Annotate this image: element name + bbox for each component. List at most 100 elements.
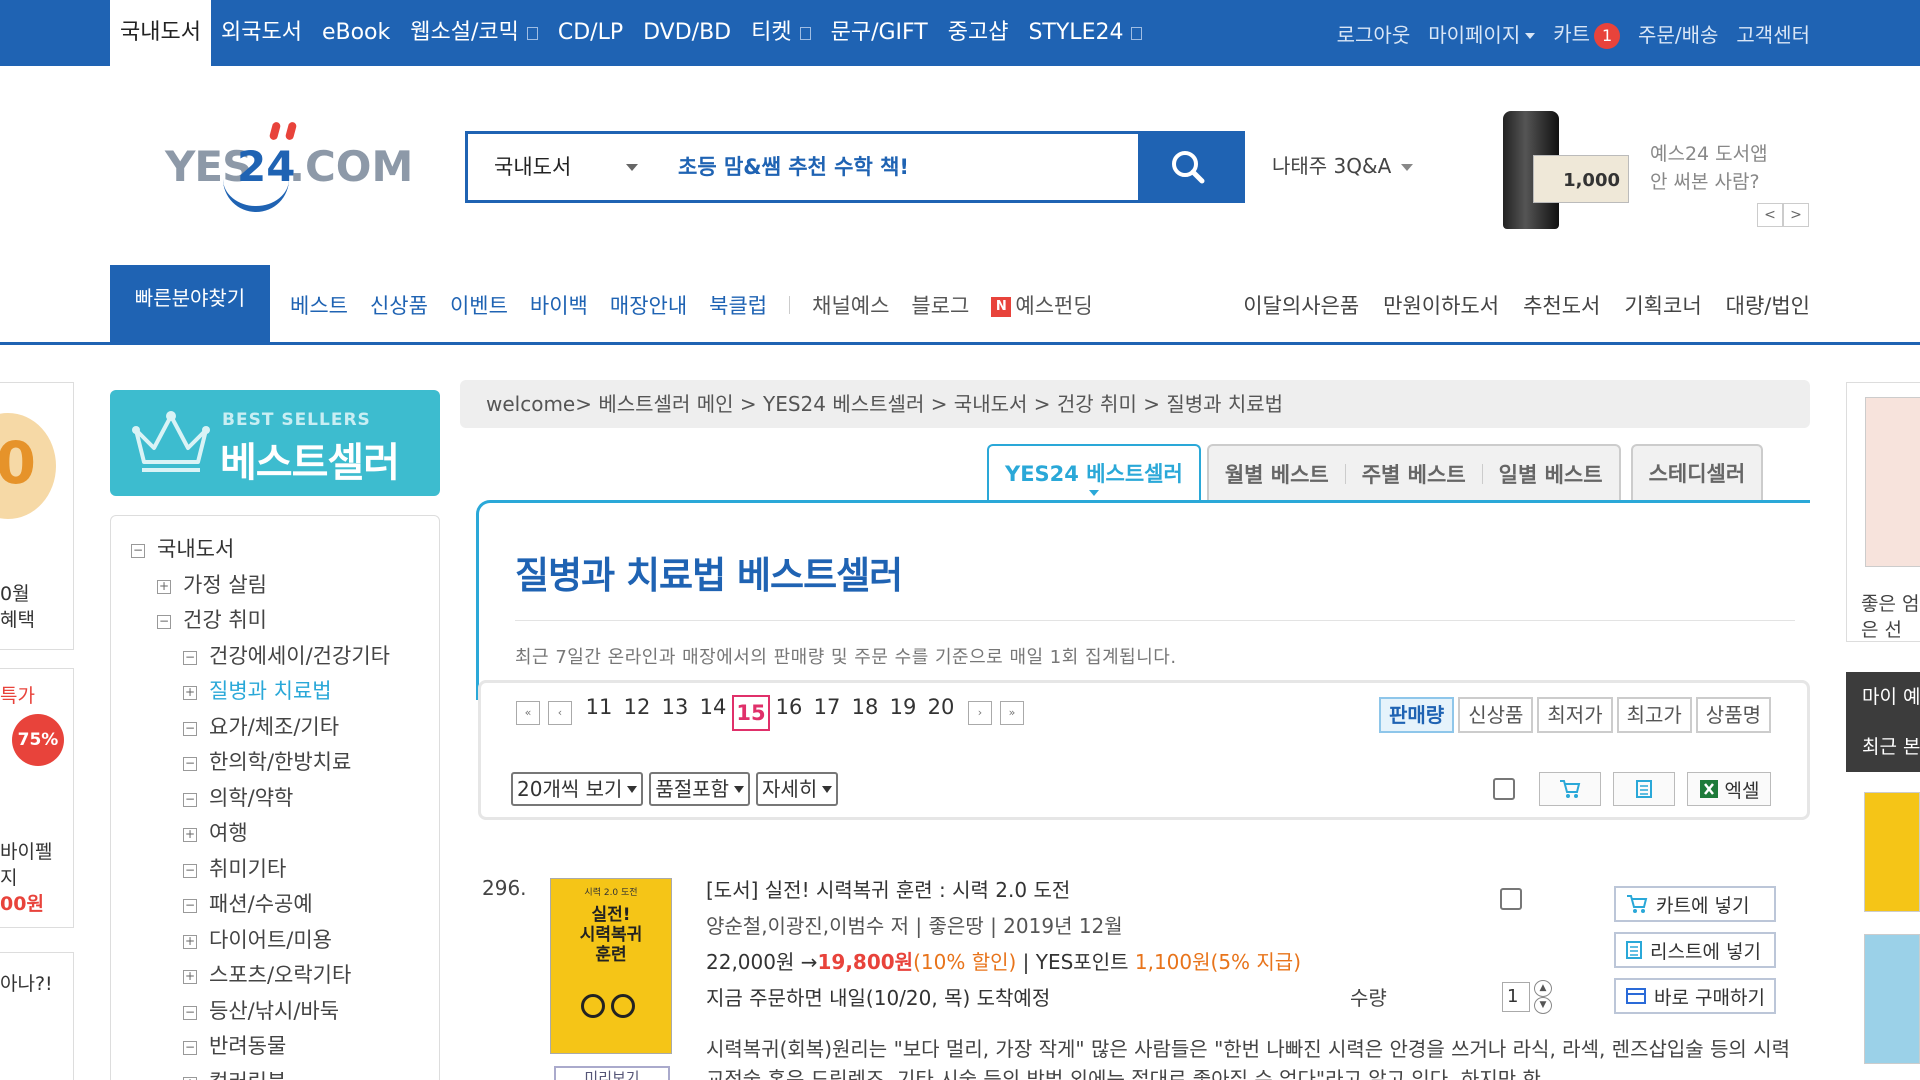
- buy-now-button[interactable]: 바로 구매하기: [1614, 978, 1776, 1014]
- nav-recommend[interactable]: 추천도서: [1523, 290, 1600, 320]
- expand-icon[interactable]: +: [183, 970, 197, 984]
- sort-new[interactable]: 신상품: [1458, 697, 1534, 733]
- nav-buyback[interactable]: 바이백: [530, 290, 588, 320]
- product-checkbox[interactable]: [1500, 888, 1522, 910]
- left-banner-3[interactable]: 아나?!: [0, 952, 74, 1080]
- sort-highest[interactable]: 최고가: [1616, 697, 1692, 733]
- recent-item-thumbnail[interactable]: [1864, 934, 1920, 1064]
- page-link[interactable]: 19: [884, 695, 922, 731]
- page-link[interactable]: 17: [808, 695, 846, 731]
- view-mode-select[interactable]: 자세히: [756, 772, 839, 806]
- next-page-icon[interactable]: ›: [968, 701, 992, 725]
- recent-item-thumbnail[interactable]: [1864, 792, 1920, 912]
- recent-viewed-link[interactable]: 최근 본: [1846, 722, 1920, 772]
- nav-gift[interactable]: 이달의사은품: [1243, 290, 1359, 320]
- stock-select[interactable]: 품절포함: [649, 772, 751, 806]
- bulk-list-button[interactable]: [1613, 772, 1675, 806]
- tab-yes24-best[interactable]: YES24 베스트셀러: [987, 444, 1201, 502]
- category-tree-item[interactable]: − 건강 취미: [131, 603, 439, 639]
- category-tree-item[interactable]: − 등산/낚시/바둑: [131, 994, 439, 1030]
- nav-store[interactable]: 매장안내: [610, 290, 687, 320]
- category-tree-item[interactable]: − 한의학/한방치료: [131, 745, 439, 781]
- collapse-icon[interactable]: −: [183, 863, 197, 878]
- per-page-select[interactable]: 20개씩 보기: [511, 772, 644, 806]
- category-tree-item[interactable]: + 스포츠/오락기타: [131, 958, 439, 994]
- product-title-link[interactable]: [도서] 실전! 시력복귀 훈련 : 시력 2.0 도전: [706, 874, 1070, 903]
- page-link[interactable]: 13: [656, 695, 694, 731]
- expand-icon[interactable]: +: [183, 686, 197, 700]
- chevron-right-icon[interactable]: >: [1783, 203, 1809, 227]
- top-category-9[interactable]: STYLE24: [1018, 0, 1152, 66]
- orders-link[interactable]: 주문/배송: [1638, 19, 1718, 48]
- nav-funding[interactable]: N 예스펀딩: [991, 290, 1093, 320]
- collapse-icon[interactable]: −: [183, 757, 197, 771]
- category-tree-item[interactable]: − 요가/체조/기타: [131, 710, 439, 746]
- add-to-cart-button[interactable]: 카트에 넣기: [1614, 886, 1776, 922]
- top-category-1[interactable]: 외국도서: [211, 0, 312, 66]
- tab-daily-best[interactable]: 일별 베스트: [1483, 446, 1619, 504]
- yes24-logo[interactable]: YES 24 .COM: [165, 118, 415, 218]
- category-tree-item[interactable]: + 다이어트/미용: [131, 923, 439, 959]
- search-input[interactable]: 초등 맘&쌤 추천 수학 책!: [678, 134, 1098, 200]
- add-to-list-button[interactable]: 리스트에 넣기: [1614, 932, 1776, 968]
- last-page-icon[interactable]: »: [1000, 701, 1024, 725]
- search-button[interactable]: [1138, 134, 1242, 200]
- collapse-icon[interactable]: −: [183, 792, 197, 807]
- page-link[interactable]: 20: [922, 695, 960, 731]
- nav-special[interactable]: 기획코너: [1624, 290, 1701, 320]
- mypage-link[interactable]: 마이페이지: [1428, 19, 1536, 48]
- category-tree-item[interactable]: − 취미기타: [131, 852, 439, 888]
- cart-link[interactable]: 카트 1: [1553, 18, 1621, 49]
- right-banner[interactable]: 좋은 엄 은 선: [1846, 382, 1920, 642]
- category-tree-item[interactable]: + 가정 살림: [131, 568, 439, 604]
- search-category-select[interactable]: 국내도서: [468, 134, 658, 200]
- category-tree-item[interactable]: − 의학/약학: [131, 781, 439, 817]
- category-tree-item[interactable]: − 패션/수공예: [131, 887, 439, 923]
- prev-page-icon[interactable]: ‹: [548, 701, 572, 725]
- category-tree-item[interactable]: − 국내도서: [131, 532, 439, 568]
- current-page[interactable]: 15: [732, 695, 770, 731]
- top-category-3[interactable]: 웹소설/코믹: [400, 0, 548, 66]
- bulk-cart-button[interactable]: [1539, 772, 1601, 806]
- chevron-up-icon[interactable]: ▲: [1534, 980, 1552, 997]
- tab-monthly-best[interactable]: 월별 베스트: [1209, 446, 1345, 504]
- top-category-7[interactable]: 문구/GIFT: [821, 0, 938, 66]
- top-category-0[interactable]: 국내도서: [110, 0, 211, 66]
- select-all-checkbox[interactable]: [1493, 778, 1515, 800]
- quantity-stepper[interactable]: ▲ ▼: [1534, 980, 1552, 1014]
- my-yes-link[interactable]: 마이 예: [1846, 672, 1920, 722]
- chevron-left-icon[interactable]: <: [1757, 203, 1783, 227]
- preview-button[interactable]: 미리보기: [554, 1066, 670, 1080]
- expand-icon[interactable]: +: [183, 1076, 197, 1080]
- category-tree-item[interactable]: + 질병과 치료법: [131, 674, 439, 710]
- page-link[interactable]: 16: [770, 695, 808, 731]
- page-link[interactable]: 11: [580, 695, 618, 731]
- nav-under-10k[interactable]: 만원이하도서: [1383, 290, 1499, 320]
- quantity-input[interactable]: 1: [1502, 982, 1530, 1012]
- sort-name[interactable]: 상품명: [1695, 697, 1771, 733]
- left-banner-2[interactable]: 특가 바이펠 지 00원: [0, 668, 74, 928]
- top-category-4[interactable]: CD/LP: [548, 0, 633, 66]
- page-link[interactable]: 12: [618, 695, 656, 731]
- nav-event[interactable]: 이벤트: [450, 290, 508, 320]
- top-category-8[interactable]: 중고샵: [938, 0, 1019, 66]
- sort-sales[interactable]: 판매량: [1378, 697, 1455, 733]
- category-tree-item[interactable]: + 컬러링북: [131, 1065, 439, 1080]
- left-banner-1[interactable]: 0 0월 혜택: [0, 382, 74, 650]
- top-category-5[interactable]: DVD/BD: [633, 0, 741, 66]
- nav-blog[interactable]: 블로그: [911, 290, 969, 320]
- logout-link[interactable]: 로그아웃: [1337, 19, 1411, 48]
- nateju-dropdown[interactable]: 나태주 3Q&A: [1272, 150, 1414, 179]
- nav-best[interactable]: 베스트: [290, 290, 348, 320]
- collapse-icon[interactable]: −: [131, 544, 145, 558]
- category-tree-item[interactable]: − 건강에세이/건강기타: [131, 639, 439, 675]
- nav-bookclub[interactable]: 북클럽: [709, 290, 767, 320]
- nav-channel-yes[interactable]: 채널예스: [812, 290, 889, 320]
- nav-bulk[interactable]: 대량/법인: [1726, 290, 1810, 320]
- top-category-6[interactable]: 티켓: [741, 0, 820, 66]
- tab-weekly-best[interactable]: 주별 베스트: [1346, 446, 1482, 504]
- chevron-down-icon[interactable]: ▼: [1534, 997, 1552, 1014]
- quick-category-button[interactable]: 빠른분야찾기: [110, 265, 270, 345]
- category-tree-item[interactable]: − 반려동물: [131, 1029, 439, 1065]
- excel-button[interactable]: 엑셀: [1687, 772, 1771, 806]
